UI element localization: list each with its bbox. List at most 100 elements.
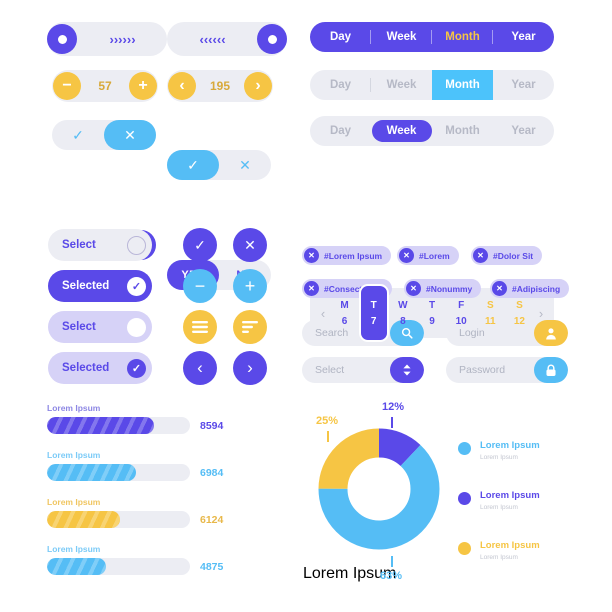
close-icon[interactable]: ✕ [219,150,271,180]
check-cross-toggle-left[interactable]: ✓ ✕ [52,120,156,150]
stepper-quantity[interactable]: − 57 + [52,70,158,102]
tab-day[interactable]: Day [310,22,371,52]
date-prev-button[interactable]: ‹ [316,306,330,321]
legend-label: Lorem Ipsum [480,490,540,501]
donut-tick-63 [391,556,393,567]
minus-button[interactable]: − [183,269,217,303]
legend-item: Lorem Ipsum Lorem Ipsum [458,490,588,512]
align-left-button[interactable] [233,310,267,344]
select-input-placeholder: Select [315,364,345,376]
date-num: 10 [455,315,467,327]
tabbar-grey-pill[interactable]: Day Week Month Year [310,116,554,146]
tag-chip[interactable]: ✕ #Lorem [397,246,459,265]
tab-month[interactable]: Month [432,22,493,52]
close-icon[interactable]: ✕ [304,248,319,263]
progress-label: Lorem Ipsum [47,544,101,554]
date-cell-mon[interactable]: M 6 [330,288,359,338]
tab-week[interactable]: Week [371,116,432,146]
prev-button[interactable]: ‹ [183,351,217,385]
date-cell-thu[interactable]: T 9 [417,288,446,338]
tab-year[interactable]: Year [493,70,554,100]
plus-button[interactable]: + [233,269,267,303]
tabbar-purple[interactable]: Day Week Month Year [310,22,554,52]
tab-month[interactable]: Month [432,70,493,100]
legend-sublabel: Lorem Ipsum [480,454,518,462]
select-pill-selected[interactable]: Selected ✓ [48,270,152,302]
radio-unchecked-icon[interactable] [127,317,146,337]
chevron-left-group: ‹ ‹ ‹ ‹ ‹ ‹ [167,32,257,47]
chevron-right-icon: › [122,31,127,47]
tab-day[interactable]: Day [310,70,371,100]
progress-label: Lorem Ipsum [47,450,101,460]
date-selected-highlight[interactable]: T 7 [358,284,389,342]
tab-label: Week [371,120,432,142]
chevron-left-icon[interactable]: ‹ [168,72,196,100]
select-toggle-button[interactable] [390,357,424,383]
tag-chip[interactable]: ✕ #Lorem Ipsum [302,246,392,265]
tab-year[interactable]: Year [493,22,554,52]
date-dow: W [398,299,408,311]
login-button[interactable] [534,320,568,346]
date-num: 12 [513,315,525,327]
progress-fill [47,417,155,434]
date-next-button[interactable]: › [534,306,548,321]
password-input[interactable]: Password [446,357,568,383]
chevron-right-icon: › [131,31,135,47]
progress-fill [47,511,120,528]
tab-label: Year [511,79,536,91]
check-button[interactable]: ✓ [183,228,217,262]
close-icon[interactable]: ✕ [104,120,156,150]
select-pill-unselected-lavender[interactable]: Select [48,311,152,343]
date-cell-tue-selected[interactable]: T 7 [358,284,389,342]
check-icon[interactable]: ✓ [52,120,104,150]
chevron-right-icon: › [126,31,131,47]
tab-week[interactable]: Week [371,70,432,100]
close-button[interactable]: ✕ [233,228,267,262]
date-dow: T [428,299,436,311]
close-icon[interactable]: ✕ [473,248,488,263]
donut-label-63: 63% [380,570,403,582]
password-input-placeholder: Password [459,364,506,376]
date-cell-sat[interactable]: S 11 [476,288,505,338]
select-pill-selected-lavender[interactable]: Selected ✓ [48,352,152,384]
check-cross-toggle-right[interactable]: ✓ ✕ [167,150,271,180]
date-dow: S [516,299,523,311]
tab-week[interactable]: Week [371,22,432,52]
chevron-left-icon: ‹ [199,31,203,47]
chevron-right-icon: › [109,31,113,47]
select-pill-unselected[interactable]: Select [48,229,152,261]
progress-value: 4875 [200,560,224,573]
date-cell-wed[interactable]: W 8 [388,288,417,338]
close-icon[interactable]: ✕ [399,248,414,263]
backward-slider[interactable]: ‹ ‹ ‹ ‹ ‹ ‹ [167,22,287,56]
close-icon[interactable]: ✕ [304,281,319,296]
chevron-left-icon: ‹ [221,31,225,47]
chevron-right-icon[interactable]: › [244,72,272,100]
minus-icon[interactable]: − [53,72,81,100]
select-pill-label: Selected [62,362,110,374]
tab-day[interactable]: Day [310,116,371,146]
check-circle-icon[interactable]: ✓ [127,358,146,378]
date-cell-sun[interactable]: S 12 [505,288,534,338]
date-picker[interactable]: ‹ M 6 T 7 W 8 T 9 F 10 S 11 S 12 › [310,284,554,342]
tag-chip[interactable]: ✕ #Dolor Sit [471,246,543,265]
menu-button[interactable] [183,310,217,344]
stepper-pager[interactable]: ‹ 195 › [167,70,273,102]
check-icon[interactable]: ✓ [167,150,219,180]
progress-item: Lorem Ipsum 6124 [47,497,257,528]
slider-knob[interactable] [47,24,77,54]
radio-unchecked-icon[interactable] [127,235,146,255]
tab-label: Year [511,125,536,137]
plus-icon[interactable]: + [128,72,157,100]
forward-slider[interactable]: › › › › › › [47,22,167,56]
select-input[interactable]: Select [302,357,424,383]
next-button[interactable]: › [233,351,267,385]
tab-year[interactable]: Year [493,116,554,146]
legend-sublabel: Lorem Ipsum [480,504,518,512]
slider-knob[interactable] [257,24,287,54]
check-circle-icon[interactable]: ✓ [127,276,146,296]
tab-month[interactable]: Month [432,116,493,146]
date-cell-fri[interactable]: F 10 [447,288,476,338]
password-visibility-button[interactable] [534,357,568,383]
tabbar-grey-block[interactable]: Day Week Month Year [310,70,554,100]
